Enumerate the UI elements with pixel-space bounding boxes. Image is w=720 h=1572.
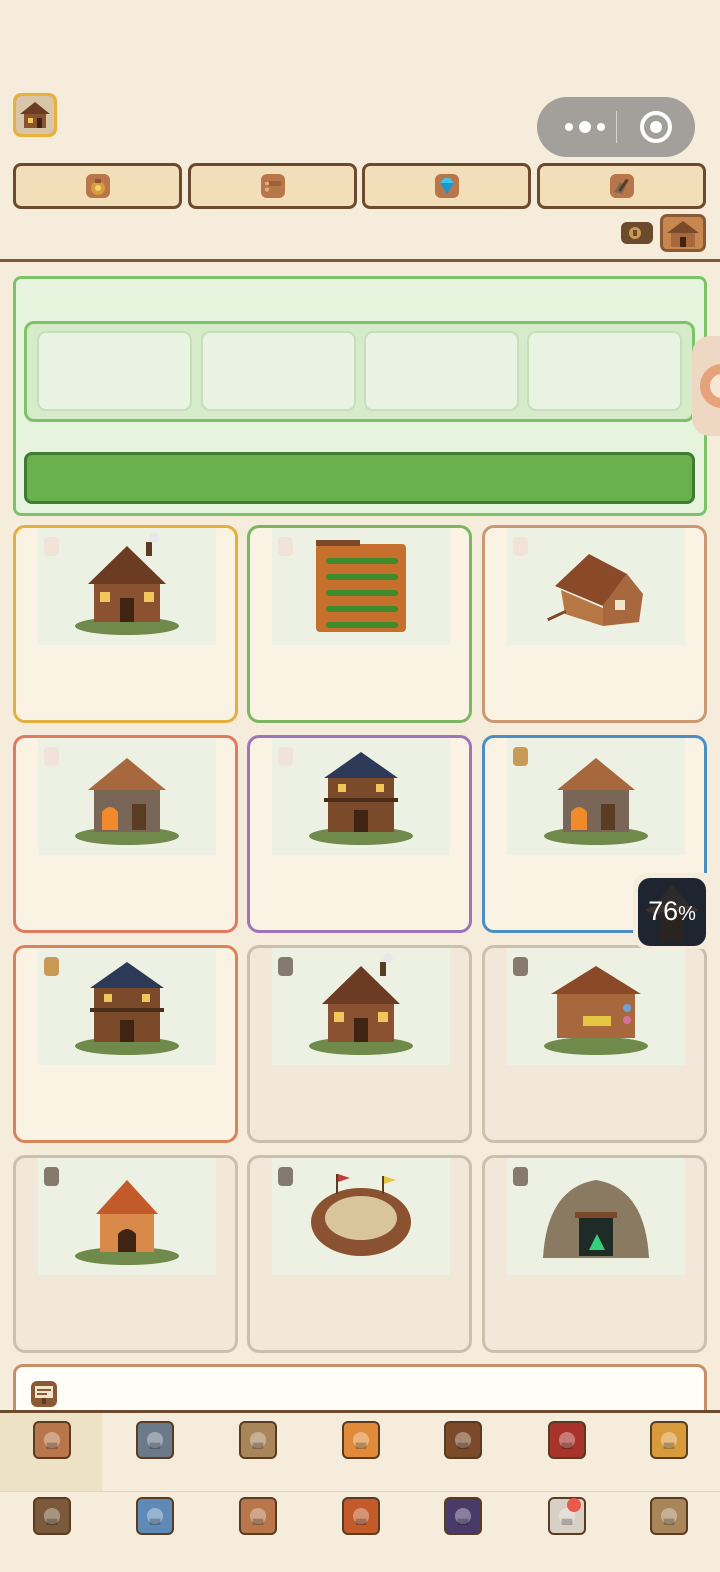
building-card[interactable]	[13, 945, 238, 1143]
progress-float-widget[interactable]: 76%	[633, 873, 720, 949]
queue-slot[interactable]	[364, 331, 519, 411]
farm-field-icon	[272, 528, 450, 645]
target-circle-icon[interactable]	[638, 109, 674, 145]
tavern-icon	[272, 738, 450, 855]
building-level-tag	[278, 1167, 293, 1186]
banner-icon[interactable]	[548, 1421, 586, 1459]
building-card[interactable]	[247, 735, 472, 933]
ore-hammer-icon	[610, 174, 634, 198]
lodge-icon	[38, 528, 216, 645]
lumber-cabin-icon	[507, 528, 685, 645]
lodge-icon	[272, 948, 450, 1065]
progress-percent: 76%	[648, 896, 696, 926]
kennel-icon	[38, 1158, 216, 1275]
player-avatar[interactable]	[13, 93, 57, 137]
signboard-icon	[31, 1381, 57, 1407]
building-card[interactable]	[13, 1155, 238, 1353]
resource-wood[interactable]	[188, 163, 357, 209]
building-card[interactable]	[482, 1155, 707, 1353]
queue-slot[interactable]	[201, 331, 356, 411]
scroll-icon[interactable]	[621, 222, 653, 244]
building-card[interactable]	[482, 525, 707, 723]
portrait-icon[interactable]	[444, 1497, 482, 1535]
wizard-portrait: 76%	[638, 878, 706, 946]
building-level-tag	[44, 1167, 59, 1186]
building-card[interactable]	[482, 945, 707, 1143]
skull-scroll-icon[interactable]	[239, 1497, 277, 1535]
building-level-tag	[513, 957, 528, 976]
resource-gold[interactable]	[13, 163, 182, 209]
building-level-tag	[44, 957, 59, 976]
building-card[interactable]	[247, 525, 472, 723]
resource-ore[interactable]	[537, 163, 706, 209]
more-dots-icon[interactable]	[557, 119, 613, 135]
queue-action-button[interactable]	[24, 452, 695, 504]
diamond-icon	[435, 174, 459, 198]
queue-slot[interactable]	[37, 331, 192, 411]
trophy-icon[interactable]	[136, 1497, 174, 1535]
tavern-icon	[38, 948, 216, 1065]
forge-icon	[38, 738, 216, 855]
building-level-tag	[513, 1167, 528, 1186]
home-icon[interactable]	[33, 1421, 71, 1459]
building-level-tag	[44, 747, 59, 766]
notification-badge	[567, 1498, 581, 1512]
cat-icon[interactable]	[342, 1421, 380, 1459]
building-level-tag	[278, 747, 293, 766]
building-level-tag	[513, 747, 528, 766]
backpack-icon[interactable]	[444, 1421, 482, 1459]
building-level-tag	[278, 957, 293, 976]
wood-logs-icon	[261, 174, 285, 198]
building-level-tag	[513, 537, 528, 556]
book-icon[interactable]	[650, 1497, 688, 1535]
building-level-tag	[44, 537, 59, 556]
market-stall-icon	[507, 948, 685, 1065]
side-drawer-handle[interactable]	[692, 336, 720, 436]
mini-program-capsule	[537, 97, 695, 157]
building-card[interactable]	[13, 525, 238, 723]
forge-icon	[507, 738, 685, 855]
arena-icon	[272, 1158, 450, 1275]
knight-icon[interactable]	[136, 1421, 174, 1459]
building-card[interactable]	[13, 735, 238, 933]
capsule-divider	[616, 111, 617, 143]
lantern-icon[interactable]	[342, 1497, 380, 1535]
building-card[interactable]	[247, 1155, 472, 1353]
building-level-tag	[278, 537, 293, 556]
cabin-icon	[16, 96, 54, 134]
gold-pot-icon[interactable]	[650, 1421, 688, 1459]
header-divider	[0, 259, 720, 262]
mine-cave-icon	[507, 1158, 685, 1275]
map-icon[interactable]	[239, 1421, 277, 1459]
gold-pouch-icon	[86, 174, 110, 198]
resource-diamond[interactable]	[362, 163, 531, 209]
ring-icon[interactable]	[33, 1497, 71, 1535]
building-card[interactable]	[247, 945, 472, 1143]
tab-row-divider	[0, 1491, 720, 1492]
queue-slot[interactable]	[527, 331, 682, 411]
house-icon[interactable]	[660, 214, 706, 252]
